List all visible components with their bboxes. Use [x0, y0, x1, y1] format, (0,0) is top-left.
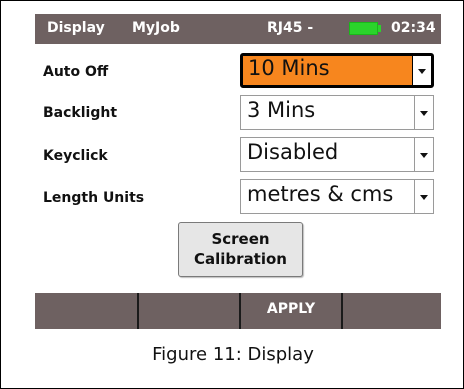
keyclick-dropdown[interactable]: Disabled [240, 137, 434, 172]
figure-frame: Display MyJob RJ45 - 02:34 Auto Off 10 M… [0, 0, 464, 389]
auto-off-label: Auto Off [43, 64, 109, 80]
battery-tip [378, 25, 381, 32]
softkey-4[interactable] [343, 293, 441, 329]
port-indicator: RJ45 - [267, 20, 314, 36]
calibration-label-line2: Calibration [194, 250, 287, 268]
length-units-label: Length Units [43, 190, 145, 206]
backlight-label: Backlight [43, 105, 118, 121]
backlight-value: 3 Mins [247, 98, 316, 122]
auto-off-value: 10 Mins [248, 56, 330, 80]
length-units-value: metres & cms [247, 182, 394, 206]
job-name: MyJob [132, 20, 180, 36]
chevron-down-icon[interactable] [412, 56, 431, 85]
chevron-down-icon[interactable] [414, 180, 433, 213]
calibration-label-line1: Screen [211, 230, 270, 248]
screen-title: Display [47, 20, 105, 36]
keyclick-value: Disabled [247, 140, 339, 164]
auto-off-dropdown[interactable]: 10 Mins [240, 53, 434, 88]
keyclick-label: Keyclick [43, 148, 108, 164]
length-units-dropdown[interactable]: metres & cms [240, 179, 434, 214]
device-screen: Display MyJob RJ45 - 02:34 Auto Off 10 M… [35, 14, 441, 329]
backlight-dropdown[interactable]: 3 Mins [240, 95, 434, 130]
screen-calibration-button[interactable]: Screen Calibration [178, 222, 303, 277]
figure-caption: Figure 11: Display [152, 344, 314, 365]
apply-button[interactable]: APPLY [241, 293, 343, 329]
chevron-down-icon[interactable] [414, 96, 433, 129]
softkey-bar: APPLY [35, 293, 441, 329]
chevron-down-icon[interactable] [414, 138, 433, 171]
softkey-2[interactable] [139, 293, 241, 329]
clock: 02:34 [391, 20, 436, 36]
apply-label: APPLY [266, 301, 316, 317]
softkey-1[interactable] [35, 293, 139, 329]
battery-icon [349, 22, 378, 35]
status-bar: Display MyJob RJ45 - 02:34 [35, 14, 441, 44]
